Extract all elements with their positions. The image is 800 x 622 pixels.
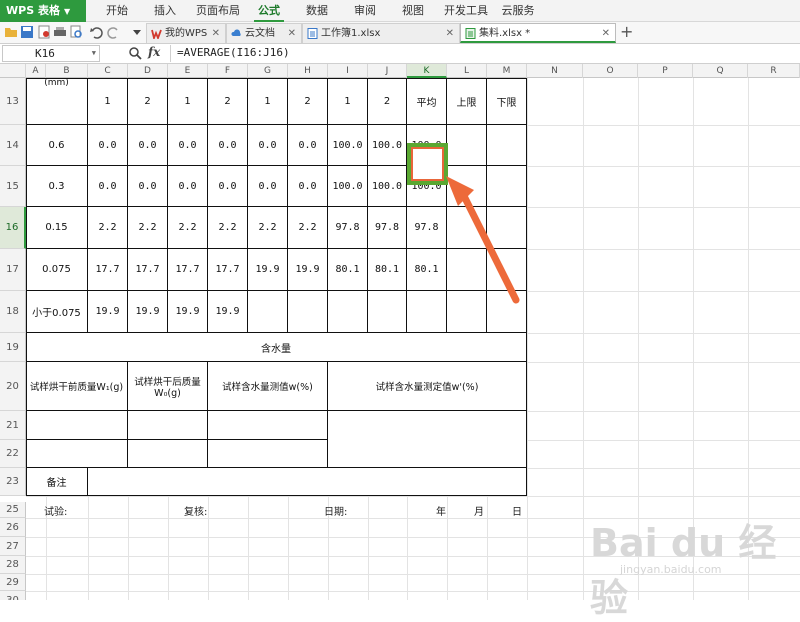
column-header-L[interactable]: L xyxy=(447,64,487,78)
row-header-14[interactable]: 14 xyxy=(0,125,26,166)
column-header-P[interactable]: P xyxy=(638,64,693,78)
grid-line xyxy=(583,78,584,600)
menu-page-layout[interactable]: 页面布局 xyxy=(192,0,244,22)
column-header-K[interactable]: K xyxy=(407,64,447,78)
insert-function-icon[interactable]: fx xyxy=(148,45,160,59)
column-header-J[interactable]: J xyxy=(368,64,407,78)
close-icon[interactable]: ✕ xyxy=(212,24,220,43)
column-header-I[interactable]: I xyxy=(328,64,368,78)
save-icon[interactable] xyxy=(20,25,34,39)
formula-bar: K16 ▼ fx =AVERAGE(I16:J16) xyxy=(0,44,800,64)
close-icon[interactable]: ✕ xyxy=(446,24,454,43)
undo-icon[interactable] xyxy=(89,25,103,39)
column-header-G[interactable]: G xyxy=(248,64,288,78)
menu-home[interactable]: 开始 xyxy=(100,0,134,22)
footer-date-label: 日期: xyxy=(324,507,348,518)
sheet-doc-icon xyxy=(307,28,318,39)
column-header-H[interactable]: H xyxy=(288,64,328,78)
menu-insert[interactable]: 插入 xyxy=(148,0,182,22)
new-tab-icon[interactable]: + xyxy=(620,24,633,40)
menu-cloud[interactable]: 云服务 xyxy=(498,0,538,22)
redo-icon[interactable] xyxy=(107,25,121,39)
menu-view[interactable]: 视图 xyxy=(396,0,430,22)
wps-logo-icon xyxy=(151,29,162,39)
row-header-15[interactable]: 15 xyxy=(0,166,26,207)
footer-test-label: 试验: xyxy=(44,507,68,518)
column-header-A[interactable]: A xyxy=(26,64,46,78)
row-header-27[interactable]: 27 xyxy=(0,537,26,556)
column-header-F[interactable]: F xyxy=(208,64,248,78)
row-header-26[interactable]: 26 xyxy=(0,518,26,537)
row-header-20[interactable]: 20 xyxy=(0,362,26,411)
row-header-16[interactable]: 16 xyxy=(0,207,26,249)
footer-review-label: 复核: xyxy=(184,507,208,518)
row-header-29[interactable]: 29 xyxy=(0,574,26,591)
pdf-export-icon[interactable] xyxy=(37,25,51,39)
menu-formulas[interactable]: 公式 xyxy=(254,0,284,22)
select-all-corner[interactable] xyxy=(0,64,26,78)
tab-label: 云文档 xyxy=(245,28,275,39)
chevron-down-icon: ▼ xyxy=(63,7,71,16)
column-header-E[interactable]: E xyxy=(168,64,208,78)
print-icon[interactable] xyxy=(53,25,67,39)
tab-bar: 我的WPS ✕ 云文档 ✕ 工作簿1.xlsx ✕ 集料.xlsx * ✕ xyxy=(0,22,800,44)
name-box[interactable]: K16 ▼ xyxy=(2,45,100,62)
menu-review[interactable]: 审阅 xyxy=(348,0,382,22)
row-header-23[interactable]: 23 xyxy=(0,468,26,496)
footer-month-label: 月 xyxy=(474,507,484,518)
row-header-30[interactable]: 30 xyxy=(0,591,26,600)
pointer-arrow-icon xyxy=(446,176,520,304)
column-header-N[interactable]: N xyxy=(527,64,583,78)
print-preview-icon[interactable] xyxy=(69,25,83,39)
close-icon[interactable]: ✕ xyxy=(288,24,296,43)
tab-label: 我的WPS xyxy=(165,28,208,39)
cloud-doc-icon xyxy=(231,29,241,36)
app-title: WPS 表格 xyxy=(6,4,60,17)
row-header-18[interactable]: 18 xyxy=(0,291,26,333)
row-header-22[interactable]: 22 xyxy=(0,440,26,468)
name-box-value: K16 xyxy=(35,47,55,60)
tab-workbook1[interactable]: 工作簿1.xlsx ✕ xyxy=(302,23,460,43)
sheet-doc-icon xyxy=(465,28,476,39)
footer-day-label: 日 xyxy=(512,507,522,518)
tab-aggregate-sheet[interactable]: 集料.xlsx * ✕ xyxy=(460,23,616,43)
column-header-C[interactable]: C xyxy=(88,64,128,78)
column-header-B[interactable]: B xyxy=(46,64,88,78)
grid-line xyxy=(26,496,800,497)
menu-developer[interactable]: 开发工具 xyxy=(442,0,490,22)
row-header-21[interactable]: 21 xyxy=(0,411,26,440)
footer-year-label: 年 xyxy=(436,507,446,518)
row-header-19[interactable]: 19 xyxy=(0,333,26,362)
tab-label: 集料.xlsx * xyxy=(479,28,531,39)
column-header-M[interactable]: M xyxy=(487,64,527,78)
row-header-17[interactable]: 17 xyxy=(0,249,26,291)
column-header-O[interactable]: O xyxy=(583,64,638,78)
tab-cloud-docs[interactable]: 云文档 ✕ xyxy=(226,23,302,43)
column-header-bar: ABCDEFGHIJKLMNOPQR xyxy=(0,64,800,78)
menu-bar: WPS 表格 ▼ 开始 插入 页面布局 公式 数据 审阅 视图 开发工具 云服务 xyxy=(0,0,800,22)
quick-access-dropdown-icon[interactable] xyxy=(130,25,144,39)
row-header-28[interactable]: 28 xyxy=(0,556,26,574)
column-header-R[interactable]: R xyxy=(748,64,800,78)
formula-input[interactable]: =AVERAGE(I16:J16) xyxy=(170,45,798,62)
column-header-D[interactable]: D xyxy=(128,64,168,78)
tab-my-wps[interactable]: 我的WPS ✕ xyxy=(146,23,226,43)
zoom-search-icon[interactable] xyxy=(128,46,142,60)
row-header-13[interactable]: 13 xyxy=(0,78,26,125)
app-menu-button[interactable]: WPS 表格 ▼ xyxy=(0,0,86,22)
close-icon[interactable]: ✕ xyxy=(602,24,610,43)
open-folder-icon[interactable] xyxy=(4,25,18,39)
grid-line xyxy=(527,78,528,600)
row-header-25[interactable]: 25 xyxy=(0,502,26,518)
column-header-Q[interactable]: Q xyxy=(693,64,748,78)
menu-data[interactable]: 数据 xyxy=(300,0,334,22)
tab-label: 工作簿1.xlsx xyxy=(321,28,381,39)
chevron-down-icon: ▼ xyxy=(91,49,96,57)
watermark-url: jingyan.baidu.com xyxy=(620,563,722,576)
